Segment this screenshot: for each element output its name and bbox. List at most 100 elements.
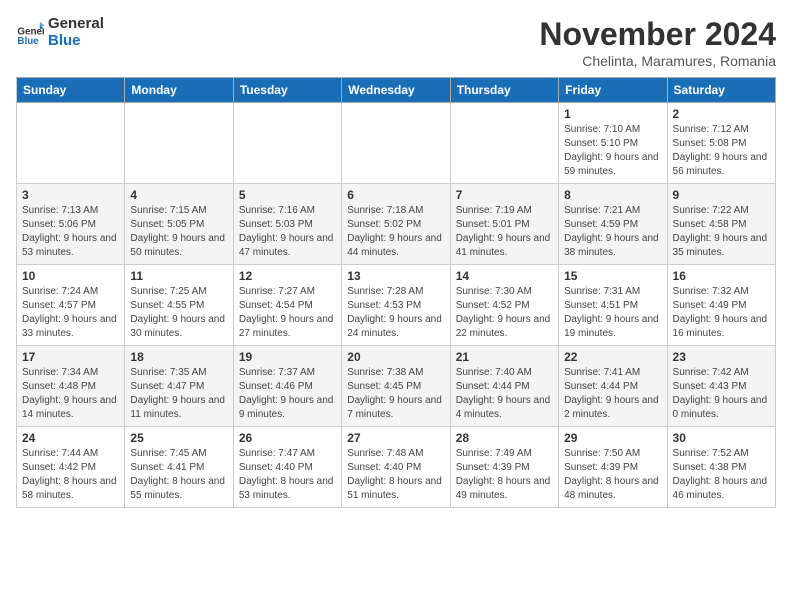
- calendar-week-2: 3 Sunrise: 7:13 AM Sunset: 5:06 PM Daylig…: [17, 184, 776, 265]
- day-number: 19: [239, 350, 336, 364]
- day-info: Sunrise: 7:35 AM Sunset: 4:47 PM Dayligh…: [130, 366, 227, 422]
- day-number: 12: [239, 269, 336, 283]
- logo-general: General: [48, 16, 104, 33]
- day-info: Sunrise: 7:32 AM Sunset: 4:49 PM Dayligh…: [673, 285, 770, 341]
- calendar-cell: 24 Sunrise: 7:44 AM Sunset: 4:42 PM Dayli…: [17, 427, 125, 508]
- month-title: November 2024: [539, 16, 776, 53]
- calendar-cell: 10 Sunrise: 7:24 AM Sunset: 4:57 PM Dayli…: [17, 265, 125, 346]
- day-number: 9: [673, 188, 770, 202]
- day-info: Sunrise: 7:27 AM Sunset: 4:54 PM Dayligh…: [239, 285, 336, 341]
- day-number: 27: [347, 431, 444, 445]
- day-number: 30: [673, 431, 770, 445]
- calendar-cell: 13 Sunrise: 7:28 AM Sunset: 4:53 PM Dayli…: [342, 265, 450, 346]
- day-info: Sunrise: 7:44 AM Sunset: 4:42 PM Dayligh…: [22, 447, 119, 503]
- day-number: 20: [347, 350, 444, 364]
- day-number: 13: [347, 269, 444, 283]
- calendar-cell: [450, 103, 558, 184]
- day-info: Sunrise: 7:30 AM Sunset: 4:52 PM Dayligh…: [456, 285, 553, 341]
- calendar-cell: 23 Sunrise: 7:42 AM Sunset: 4:43 PM Dayli…: [667, 346, 775, 427]
- calendar-cell: 6 Sunrise: 7:18 AM Sunset: 5:02 PM Daylig…: [342, 184, 450, 265]
- calendar-cell: 18 Sunrise: 7:35 AM Sunset: 4:47 PM Dayli…: [125, 346, 233, 427]
- day-number: 1: [564, 107, 661, 121]
- calendar-cell: 2Sunrise: 7:12 AM Sunset: 5:08 PM Daylig…: [667, 103, 775, 184]
- calendar-cell: [125, 103, 233, 184]
- day-number: 21: [456, 350, 553, 364]
- calendar-cell: 9Sunrise: 7:22 AM Sunset: 4:58 PM Daylig…: [667, 184, 775, 265]
- day-number: 22: [564, 350, 661, 364]
- calendar-cell: [17, 103, 125, 184]
- day-info: Sunrise: 7:47 AM Sunset: 4:40 PM Dayligh…: [239, 447, 336, 503]
- day-info: Sunrise: 7:28 AM Sunset: 4:53 PM Dayligh…: [347, 285, 444, 341]
- day-info: Sunrise: 7:19 AM Sunset: 5:01 PM Dayligh…: [456, 204, 553, 260]
- day-number: 7: [456, 188, 553, 202]
- day-info: Sunrise: 7:52 AM Sunset: 4:38 PM Dayligh…: [673, 447, 770, 503]
- calendar-cell: 14 Sunrise: 7:30 AM Sunset: 4:52 PM Dayli…: [450, 265, 558, 346]
- day-info: Sunrise: 7:42 AM Sunset: 4:43 PM Dayligh…: [673, 366, 770, 422]
- weekday-header-sunday: Sunday: [17, 78, 125, 103]
- day-number: 23: [673, 350, 770, 364]
- day-info: Sunrise: 7:41 AM Sunset: 4:44 PM Dayligh…: [564, 366, 661, 422]
- calendar-cell: 27 Sunrise: 7:48 AM Sunset: 4:40 PM Dayli…: [342, 427, 450, 508]
- day-number: 3: [22, 188, 119, 202]
- day-number: 6: [347, 188, 444, 202]
- day-info: Sunrise: 7:34 AM Sunset: 4:48 PM Dayligh…: [22, 366, 119, 422]
- day-number: 17: [22, 350, 119, 364]
- day-info: Sunrise: 7:31 AM Sunset: 4:51 PM Dayligh…: [564, 285, 661, 341]
- calendar-cell: [233, 103, 341, 184]
- day-number: 26: [239, 431, 336, 445]
- title-block: November 2024 Chelinta, Maramures, Roman…: [539, 16, 776, 69]
- day-number: 11: [130, 269, 227, 283]
- location-title: Chelinta, Maramures, Romania: [539, 53, 776, 69]
- calendar-cell: 16 Sunrise: 7:32 AM Sunset: 4:49 PM Dayli…: [667, 265, 775, 346]
- calendar-cell: 29Sunrise: 7:50 AM Sunset: 4:39 PM Dayli…: [559, 427, 667, 508]
- calendar-cell: 1Sunrise: 7:10 AM Sunset: 5:10 PM Daylig…: [559, 103, 667, 184]
- calendar-cell: 26 Sunrise: 7:47 AM Sunset: 4:40 PM Dayli…: [233, 427, 341, 508]
- calendar-cell: 28 Sunrise: 7:49 AM Sunset: 4:39 PM Dayli…: [450, 427, 558, 508]
- calendar-cell: 3 Sunrise: 7:13 AM Sunset: 5:06 PM Daylig…: [17, 184, 125, 265]
- day-info: Sunrise: 7:49 AM Sunset: 4:39 PM Dayligh…: [456, 447, 553, 503]
- calendar-cell: 30 Sunrise: 7:52 AM Sunset: 4:38 PM Dayli…: [667, 427, 775, 508]
- calendar-cell: 20 Sunrise: 7:38 AM Sunset: 4:45 PM Dayli…: [342, 346, 450, 427]
- logo-blue: Blue: [48, 33, 104, 50]
- day-info: Sunrise: 7:48 AM Sunset: 4:40 PM Dayligh…: [347, 447, 444, 503]
- calendar-table: SundayMondayTuesdayWednesdayThursdayFrid…: [16, 77, 776, 508]
- day-number: 24: [22, 431, 119, 445]
- day-number: 16: [673, 269, 770, 283]
- logo: General Blue General Blue: [16, 16, 104, 49]
- day-info: Sunrise: 7:37 AM Sunset: 4:46 PM Dayligh…: [239, 366, 336, 422]
- day-info: Sunrise: 7:40 AM Sunset: 4:44 PM Dayligh…: [456, 366, 553, 422]
- calendar-cell: 17 Sunrise: 7:34 AM Sunset: 4:48 PM Dayli…: [17, 346, 125, 427]
- weekday-header-monday: Monday: [125, 78, 233, 103]
- calendar-cell: 19 Sunrise: 7:37 AM Sunset: 4:46 PM Dayli…: [233, 346, 341, 427]
- day-info: Sunrise: 7:18 AM Sunset: 5:02 PM Dayligh…: [347, 204, 444, 260]
- weekday-header-tuesday: Tuesday: [233, 78, 341, 103]
- calendar-week-4: 17 Sunrise: 7:34 AM Sunset: 4:48 PM Dayli…: [17, 346, 776, 427]
- calendar-cell: 25Sunrise: 7:45 AM Sunset: 4:41 PM Dayli…: [125, 427, 233, 508]
- day-info: Sunrise: 7:24 AM Sunset: 4:57 PM Dayligh…: [22, 285, 119, 341]
- calendar-cell: 8 Sunrise: 7:21 AM Sunset: 4:59 PM Daylig…: [559, 184, 667, 265]
- day-number: 2: [673, 107, 770, 121]
- day-number: 15: [564, 269, 661, 283]
- day-info: Sunrise: 7:50 AM Sunset: 4:39 PM Dayligh…: [564, 447, 661, 503]
- day-number: 18: [130, 350, 227, 364]
- logo-icon: General Blue: [16, 19, 44, 47]
- calendar-cell: 5Sunrise: 7:16 AM Sunset: 5:03 PM Daylig…: [233, 184, 341, 265]
- day-info: Sunrise: 7:21 AM Sunset: 4:59 PM Dayligh…: [564, 204, 661, 260]
- calendar-cell: 15 Sunrise: 7:31 AM Sunset: 4:51 PM Dayli…: [559, 265, 667, 346]
- calendar-cell: [342, 103, 450, 184]
- day-info: Sunrise: 7:38 AM Sunset: 4:45 PM Dayligh…: [347, 366, 444, 422]
- day-info: Sunrise: 7:25 AM Sunset: 4:55 PM Dayligh…: [130, 285, 227, 341]
- day-number: 14: [456, 269, 553, 283]
- calendar-week-1: 1Sunrise: 7:10 AM Sunset: 5:10 PM Daylig…: [17, 103, 776, 184]
- day-number: 28: [456, 431, 553, 445]
- day-info: Sunrise: 7:13 AM Sunset: 5:06 PM Dayligh…: [22, 204, 119, 260]
- weekday-header-saturday: Saturday: [667, 78, 775, 103]
- day-number: 8: [564, 188, 661, 202]
- calendar-body: 1Sunrise: 7:10 AM Sunset: 5:10 PM Daylig…: [17, 103, 776, 508]
- day-number: 10: [22, 269, 119, 283]
- calendar-week-5: 24 Sunrise: 7:44 AM Sunset: 4:42 PM Dayli…: [17, 427, 776, 508]
- calendar-cell: 21 Sunrise: 7:40 AM Sunset: 4:44 PM Dayli…: [450, 346, 558, 427]
- calendar-cell: 12 Sunrise: 7:27 AM Sunset: 4:54 PM Dayli…: [233, 265, 341, 346]
- day-info: Sunrise: 7:45 AM Sunset: 4:41 PM Dayligh…: [130, 447, 227, 503]
- day-info: Sunrise: 7:15 AM Sunset: 5:05 PM Dayligh…: [130, 204, 227, 260]
